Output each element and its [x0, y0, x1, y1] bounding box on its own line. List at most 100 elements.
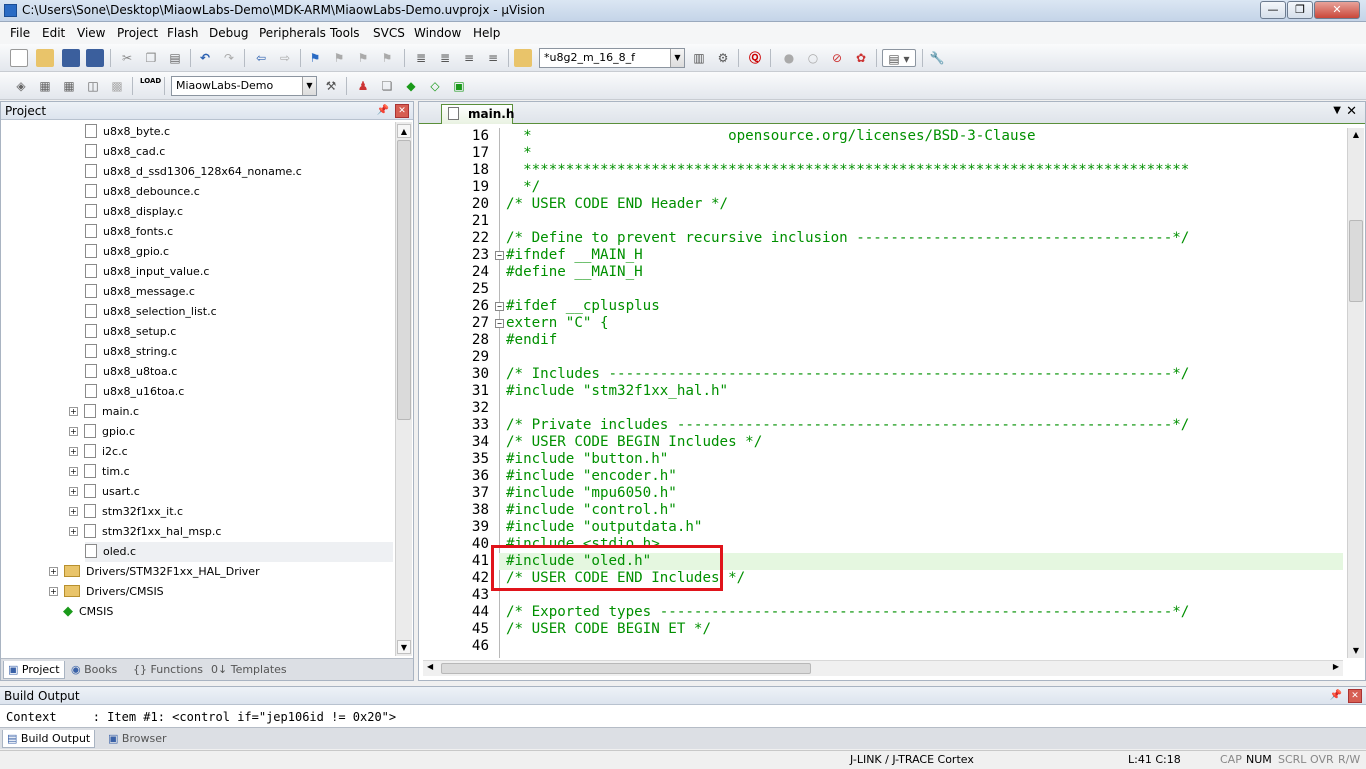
- editor-vscrollbar[interactable]: ▲ ▼: [1347, 128, 1364, 658]
- list-item[interactable]: u8x8_byte.c: [85, 122, 170, 142]
- fold-toggle-icon[interactable]: −: [495, 302, 504, 311]
- scroll-left-icon[interactable]: ◀: [427, 662, 433, 671]
- bookmark-prev-icon[interactable]: ⚑: [330, 49, 348, 67]
- scroll-down-icon[interactable]: ▼: [1349, 644, 1363, 658]
- list-item[interactable]: + Drivers/STM32F1xx_HAL_Driver: [49, 562, 260, 582]
- code-line[interactable]: extern "C" {: [506, 315, 609, 332]
- list-item[interactable]: u8x8_u16toa.c: [85, 382, 184, 402]
- list-item[interactable]: u8x8_input_value.c: [85, 262, 209, 282]
- save-all-icon[interactable]: [86, 49, 104, 67]
- expand-icon[interactable]: +: [69, 506, 78, 516]
- list-item[interactable]: + i2c.c: [69, 442, 128, 462]
- code-line[interactable]: #define __MAIN_H: [506, 264, 643, 281]
- list-item[interactable]: + Drivers/CMSIS: [49, 582, 164, 602]
- fold-toggle-icon[interactable]: −: [495, 319, 504, 328]
- find-in-files-icon[interactable]: [514, 49, 532, 67]
- menu-debug[interactable]: Debug: [209, 26, 248, 40]
- code-line[interactable]: #include "outputdata.h": [506, 519, 702, 536]
- menu-project[interactable]: Project: [117, 26, 158, 40]
- list-item[interactable]: u8x8_d_ssd1306_128x64_noname.c: [85, 162, 302, 182]
- bookmark-clear-icon[interactable]: ⚑: [378, 49, 396, 67]
- project-scrollbar[interactable]: ▲ ▼: [395, 122, 412, 656]
- code-line[interactable]: */: [506, 179, 540, 196]
- close-button[interactable]: ✕: [1314, 1, 1360, 19]
- find-icon[interactable]: ▥: [690, 49, 708, 67]
- list-item[interactable]: + stm32f1xx_it.c: [69, 502, 183, 522]
- file-extensions-icon[interactable]: ❏: [378, 77, 396, 95]
- list-item[interactable]: u8x8_debounce.c: [85, 182, 200, 202]
- minimize-button[interactable]: —: [1260, 1, 1286, 19]
- pin-icon[interactable]: 📌: [377, 102, 389, 120]
- pack-installer-icon[interactable]: ▣: [450, 77, 468, 95]
- code-line[interactable]: #include "button.h": [506, 451, 668, 468]
- list-item[interactable]: u8x8_cad.c: [85, 142, 165, 162]
- code-line[interactable]: /* USER CODE BEGIN Includes */: [506, 434, 762, 451]
- select-packs-icon[interactable]: ◆: [402, 77, 420, 95]
- menu-window[interactable]: Window: [414, 26, 461, 40]
- breakpoint-kill-all-icon[interactable]: ✿: [852, 49, 870, 67]
- expand-icon[interactable]: +: [69, 526, 78, 536]
- code-line[interactable]: /* Includes ----------------------------…: [506, 366, 1189, 383]
- scroll-right-icon[interactable]: ▶: [1333, 662, 1339, 671]
- expand-icon[interactable]: +: [69, 426, 78, 436]
- target-options-icon[interactable]: ⚒: [322, 77, 340, 95]
- expand-icon[interactable]: +: [49, 586, 58, 596]
- code-line[interactable]: /* USER CODE END Header */: [506, 196, 728, 213]
- unindent-icon[interactable]: ≣: [436, 49, 454, 67]
- tab-main-h[interactable]: main.h: [441, 104, 514, 124]
- expand-icon[interactable]: +: [69, 406, 78, 416]
- tab-build-output[interactable]: ▤ Build Output: [2, 730, 96, 748]
- menu-tools[interactable]: Tools: [330, 26, 360, 40]
- list-item[interactable]: u8x8_display.c: [85, 202, 183, 222]
- code-line[interactable]: #ifndef __MAIN_H: [506, 247, 643, 264]
- new-file-icon[interactable]: [10, 49, 28, 67]
- scroll-up-icon[interactable]: ▲: [397, 124, 411, 138]
- breakpoint-kill-icon[interactable]: ⊘: [828, 49, 846, 67]
- cut-icon[interactable]: ✂: [118, 49, 136, 67]
- scroll-up-icon[interactable]: ▲: [1349, 128, 1363, 142]
- rebuild-icon[interactable]: ▦: [60, 77, 78, 95]
- incremental-find-icon[interactable]: ⚙: [714, 49, 732, 67]
- tab-project[interactable]: ▣ Project: [3, 661, 65, 679]
- code-line[interactable]: #include "mpu6050.h": [506, 485, 677, 502]
- scroll-thumb[interactable]: [441, 663, 811, 674]
- code-line[interactable]: #endif: [506, 332, 557, 349]
- menu-peripherals[interactable]: Peripherals: [259, 26, 326, 40]
- breakpoint-disable-icon[interactable]: ○: [804, 49, 822, 67]
- find-combo[interactable]: *u8g2_m_16_8_f ▼: [539, 48, 685, 68]
- chevron-down-icon[interactable]: ▼: [302, 77, 316, 95]
- scroll-thumb[interactable]: [1349, 220, 1363, 302]
- list-item[interactable]: u8x8_setup.c: [85, 322, 176, 342]
- code-line[interactable]: ****************************************…: [506, 162, 1189, 179]
- load-icon[interactable]: LOAD: [140, 77, 161, 95]
- list-item[interactable]: u8x8_string.c: [85, 342, 177, 362]
- list-item[interactable]: u8x8_selection_list.c: [85, 302, 217, 322]
- debug-session-icon[interactable]: Ⓠ: [746, 49, 764, 67]
- comment-icon[interactable]: ≡: [460, 49, 478, 67]
- batch-build-icon[interactable]: ◫: [84, 77, 102, 95]
- close-icon[interactable]: ✕: [395, 104, 409, 118]
- code-line[interactable]: * opensource.org/licenses/BSD-3-Clause: [506, 128, 1036, 145]
- list-item[interactable]: + usart.c: [69, 482, 140, 502]
- list-item[interactable]: ◆ CMSIS: [63, 602, 113, 622]
- configure-icon[interactable]: 🔧: [928, 49, 946, 67]
- undo-icon[interactable]: ↶: [196, 49, 214, 67]
- menu-flash[interactable]: Flash: [167, 26, 198, 40]
- uncomment-icon[interactable]: ≡: [484, 49, 502, 67]
- redo-icon[interactable]: ↷: [220, 49, 238, 67]
- copy-icon[interactable]: ❐: [142, 49, 160, 67]
- scroll-thumb[interactable]: [397, 140, 411, 420]
- tab-list-chevron-icon[interactable]: ▼: [1333, 105, 1341, 116]
- code-line[interactable]: /* Define to prevent recursive inclusion…: [506, 230, 1189, 247]
- menu-edit[interactable]: Edit: [42, 26, 65, 40]
- list-item[interactable]: + tim.c: [69, 462, 130, 482]
- list-item[interactable]: u8x8_message.c: [85, 282, 195, 302]
- indent-icon[interactable]: ≣: [412, 49, 430, 67]
- build-icon[interactable]: ▦: [36, 77, 54, 95]
- translate-icon[interactable]: ◈: [12, 77, 30, 95]
- bookmark-icon[interactable]: ⚑: [306, 49, 324, 67]
- code-line[interactable]: *: [506, 145, 532, 162]
- list-item-selected[interactable]: oled.c: [85, 542, 393, 562]
- breakpoint-insert-icon[interactable]: ●: [780, 49, 798, 67]
- editor-hscrollbar[interactable]: ◀ ▶: [423, 660, 1343, 676]
